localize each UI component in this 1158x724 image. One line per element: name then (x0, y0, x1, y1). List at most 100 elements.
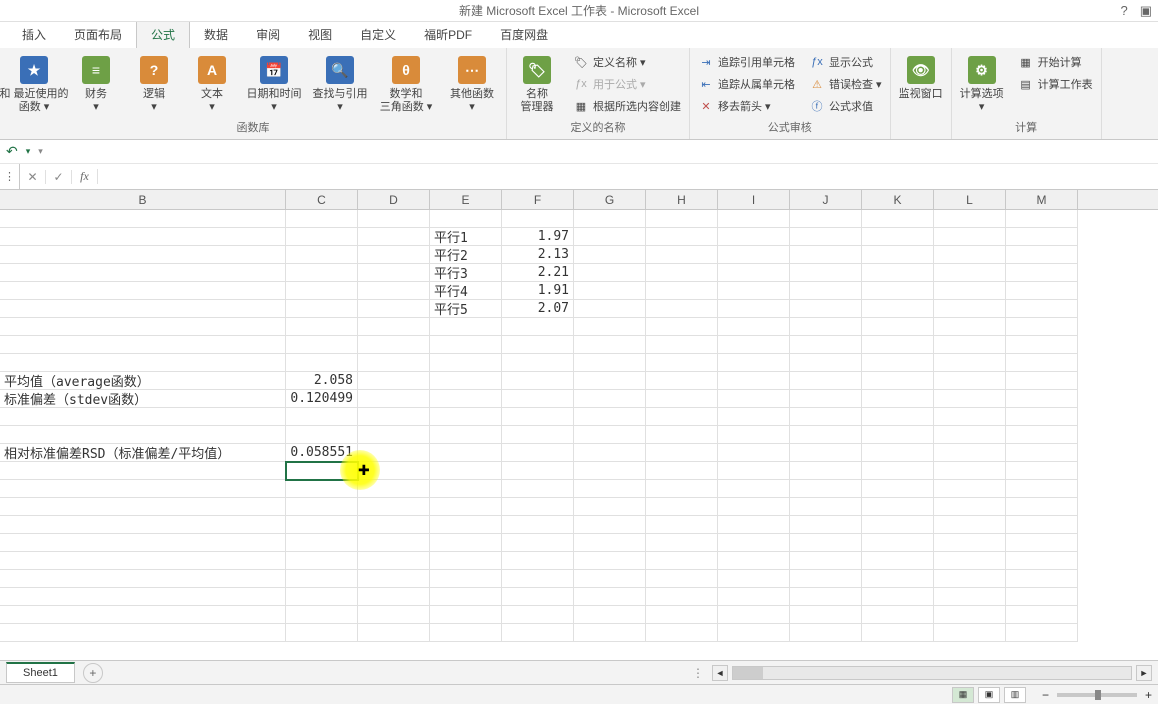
col-header[interactable]: D (358, 190, 430, 209)
cell-I13[interactable] (718, 426, 790, 444)
scroll-right-button[interactable]: ► (1136, 665, 1152, 681)
cell-E23[interactable] (430, 606, 502, 624)
cell-F4[interactable]: 2.21 (502, 264, 574, 282)
cell-I1[interactable] (718, 210, 790, 228)
cell-I14[interactable] (718, 444, 790, 462)
cell-H3[interactable] (646, 246, 718, 264)
cell-F13[interactable] (502, 426, 574, 444)
cell-I21[interactable] (718, 570, 790, 588)
cell-D3[interactable] (358, 246, 430, 264)
cell-G3[interactable] (574, 246, 646, 264)
cell-F20[interactable] (502, 552, 574, 570)
cell-J10[interactable] (790, 372, 862, 390)
show-formulas-button[interactable]: ƒx显示公式 (805, 52, 886, 72)
cell-L11[interactable] (934, 390, 1006, 408)
cell-C18[interactable] (286, 516, 358, 534)
cell-G10[interactable] (574, 372, 646, 390)
cell-D16[interactable] (358, 480, 430, 498)
cell-D9[interactable] (358, 354, 430, 372)
cell-B8[interactable] (0, 336, 286, 354)
cell-D7[interactable] (358, 318, 430, 336)
cell-D14[interactable] (358, 444, 430, 462)
cell-E10[interactable] (430, 372, 502, 390)
cell-H1[interactable] (646, 210, 718, 228)
cell-K9[interactable] (862, 354, 934, 372)
cell-C14[interactable]: 0.058551 (286, 444, 358, 462)
cell-K19[interactable] (862, 534, 934, 552)
cell-K20[interactable] (862, 552, 934, 570)
cell-E5[interactable]: 平行4 (430, 282, 502, 300)
scroll-left-button[interactable]: ◄ (712, 665, 728, 681)
cell-H16[interactable] (646, 480, 718, 498)
cell-L22[interactable] (934, 588, 1006, 606)
cell-G8[interactable] (574, 336, 646, 354)
cell-E17[interactable] (430, 498, 502, 516)
cell-J1[interactable] (790, 210, 862, 228)
cell-L16[interactable] (934, 480, 1006, 498)
financial-button[interactable]: ≡ 财务 ▾ (70, 52, 122, 116)
cell-L18[interactable] (934, 516, 1006, 534)
cell-L4[interactable] (934, 264, 1006, 282)
cell-L10[interactable] (934, 372, 1006, 390)
cell-H4[interactable] (646, 264, 718, 282)
cell-D21[interactable] (358, 570, 430, 588)
cell-I22[interactable] (718, 588, 790, 606)
cell-H7[interactable] (646, 318, 718, 336)
add-sheet-button[interactable]: + (83, 663, 103, 683)
cell-H9[interactable] (646, 354, 718, 372)
cell-D13[interactable] (358, 426, 430, 444)
page-layout-view-button[interactable]: ▣ (978, 687, 1000, 703)
cell-L14[interactable] (934, 444, 1006, 462)
cell-J11[interactable] (790, 390, 862, 408)
cell-M10[interactable] (1006, 372, 1078, 390)
cell-M12[interactable] (1006, 408, 1078, 426)
cell-E14[interactable] (430, 444, 502, 462)
cell-K3[interactable] (862, 246, 934, 264)
cell-D5[interactable] (358, 282, 430, 300)
cell-I3[interactable] (718, 246, 790, 264)
cell-J6[interactable] (790, 300, 862, 318)
cell-J9[interactable] (790, 354, 862, 372)
cell-C5[interactable] (286, 282, 358, 300)
cell-B9[interactable] (0, 354, 286, 372)
cell-J13[interactable] (790, 426, 862, 444)
cell-D15[interactable] (358, 462, 430, 480)
watch-window-button[interactable]: 👁 监视窗口 (895, 52, 947, 103)
col-header[interactable]: G (574, 190, 646, 209)
cell-D6[interactable] (358, 300, 430, 318)
cell-C24[interactable] (286, 624, 358, 642)
cell-K6[interactable] (862, 300, 934, 318)
cell-I8[interactable] (718, 336, 790, 354)
cell-B11[interactable]: 标准偏差（stdev函数） (0, 390, 286, 408)
cell-J15[interactable] (790, 462, 862, 480)
formula-input[interactable] (98, 164, 1158, 189)
cell-D2[interactable] (358, 228, 430, 246)
cell-K10[interactable] (862, 372, 934, 390)
customize-qat-icon[interactable]: ▾ (38, 146, 43, 157)
cell-M2[interactable] (1006, 228, 1078, 246)
cell-C6[interactable] (286, 300, 358, 318)
tab-insert[interactable]: 插入 (8, 21, 60, 48)
cell-L3[interactable] (934, 246, 1006, 264)
cell-M11[interactable] (1006, 390, 1078, 408)
cell-F11[interactable] (502, 390, 574, 408)
cell-E19[interactable] (430, 534, 502, 552)
calculate-sheet-button[interactable]: ▤计算工作表 (1014, 74, 1097, 94)
cell-F6[interactable]: 2.07 (502, 300, 574, 318)
col-header[interactable]: F (502, 190, 574, 209)
cell-G19[interactable] (574, 534, 646, 552)
cell-J14[interactable] (790, 444, 862, 462)
cell-G7[interactable] (574, 318, 646, 336)
tab-formulas[interactable]: 公式 (136, 20, 190, 48)
cell-B1[interactable] (0, 210, 286, 228)
cell-F9[interactable] (502, 354, 574, 372)
cell-M16[interactable] (1006, 480, 1078, 498)
tab-data[interactable]: 数据 (190, 21, 242, 48)
cell-M23[interactable] (1006, 606, 1078, 624)
cell-B16[interactable] (0, 480, 286, 498)
error-check-button[interactable]: ⚠错误检查 ▾ (805, 74, 886, 94)
col-header[interactable]: M (1006, 190, 1078, 209)
cell-L20[interactable] (934, 552, 1006, 570)
cell-G21[interactable] (574, 570, 646, 588)
cell-M9[interactable] (1006, 354, 1078, 372)
